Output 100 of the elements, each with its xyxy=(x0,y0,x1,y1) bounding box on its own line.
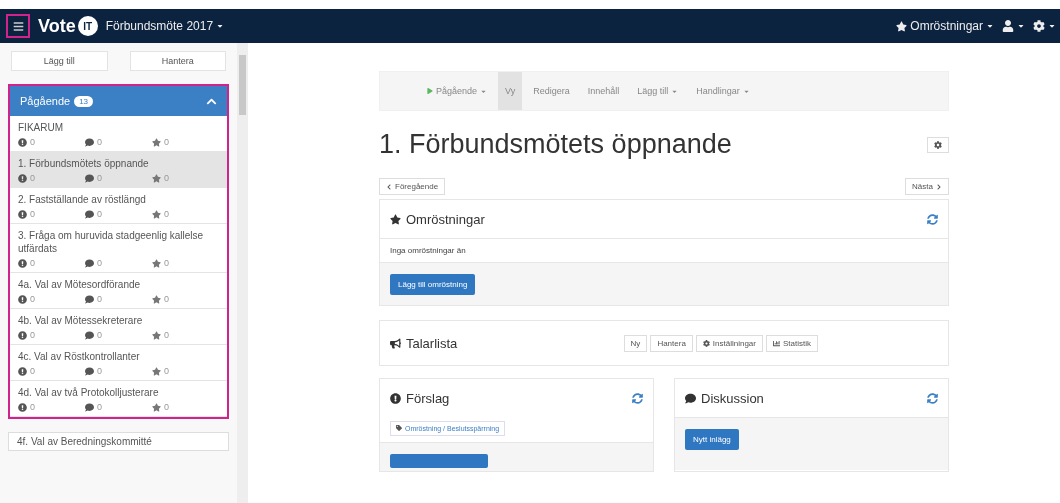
chart-icon xyxy=(773,339,780,347)
exclamation-icon xyxy=(18,366,27,376)
page-title: 1. Förbundsmötets öppnande xyxy=(379,129,732,160)
gear-icon xyxy=(1033,20,1045,32)
exclamation-icon xyxy=(18,137,27,147)
discussion-count: 0 xyxy=(97,209,102,219)
comment-icon xyxy=(85,209,94,219)
proposal-count: 0 xyxy=(30,258,35,268)
star-icon xyxy=(152,402,161,412)
agenda-item-title: 4d. Val av två Protokolljusterare xyxy=(18,386,160,399)
user-menu[interactable] xyxy=(1002,20,1025,32)
proposal-count: 0 xyxy=(30,209,35,219)
speaker-list-button[interactable]: Inställningar xyxy=(695,334,763,352)
poll-count: 0 xyxy=(164,366,169,376)
exclamation-icon xyxy=(18,173,27,183)
star-icon xyxy=(152,294,161,304)
poll-count: 0 xyxy=(164,330,169,340)
poll-count: 0 xyxy=(164,137,169,147)
discussion-count: 0 xyxy=(97,294,102,304)
exclamation-icon xyxy=(18,209,27,219)
star-icon xyxy=(152,330,161,340)
star-icon xyxy=(152,137,161,147)
sidebar-button[interactable]: Lägg till xyxy=(11,51,108,71)
proposal-count: 0 xyxy=(30,294,35,304)
star-icon xyxy=(896,20,908,32)
menu-icon xyxy=(12,20,24,32)
proposal-count: 0 xyxy=(30,137,35,147)
panel-header[interactable]: Pågående 13 xyxy=(10,86,227,116)
toolbar-item[interactable]: Innehåll xyxy=(580,72,627,110)
discussion-count: 0 xyxy=(97,173,102,183)
agenda-item-title: 3. Fråga om huruvida stadgeenlig kallelse utfärdats xyxy=(18,229,205,255)
star-icon xyxy=(152,258,161,268)
discussion-count: 0 xyxy=(97,137,102,147)
card-title: Omröstningar xyxy=(406,211,485,227)
proposal-count: 0 xyxy=(30,173,35,183)
star-icon xyxy=(390,213,401,225)
refresh-icon[interactable] xyxy=(927,392,938,404)
next-button[interactable]: Nästa xyxy=(905,178,949,195)
meeting-menu[interactable]: Förbundsmöte 2017 xyxy=(105,19,225,33)
scrollbar[interactable] xyxy=(237,43,248,503)
chevron-left-icon xyxy=(386,183,392,190)
menu-button[interactable] xyxy=(6,14,30,38)
settings-menu[interactable] xyxy=(1033,20,1056,32)
refresh-icon[interactable] xyxy=(632,392,643,404)
exclamation-icon xyxy=(18,402,27,412)
poll-count: 0 xyxy=(164,294,169,304)
count-badge: 13 xyxy=(74,95,94,107)
agenda-item[interactable]: 4f. Val av Beredningskommitté xyxy=(8,432,229,451)
chevron-right-icon xyxy=(936,183,942,190)
agenda-item-title: 2. Fastställande av röstlängd xyxy=(18,193,147,206)
exclamation-icon xyxy=(390,392,401,404)
comment-icon xyxy=(85,330,94,340)
agenda-item-title: 1. Förbundsmötets öppnande xyxy=(18,157,150,170)
add-poll-button[interactable]: Lägg till omröstning xyxy=(390,274,476,295)
poll-count: 0 xyxy=(164,258,169,268)
play-icon xyxy=(427,88,433,94)
agenda-item-title: 4b. Val av Mötessekreterare xyxy=(18,314,144,327)
agenda-item[interactable]: 1. Förbundsmötets öppnande 0 0 0 xyxy=(10,152,227,188)
refresh-icon[interactable] xyxy=(927,213,938,225)
agenda-item-title: FIKARUM xyxy=(18,121,64,134)
toolbar-item[interactable]: Lägg till xyxy=(630,72,686,110)
comment-icon xyxy=(85,173,94,183)
exclamation-icon xyxy=(18,330,27,340)
caret-icon xyxy=(1017,22,1025,30)
agenda-item-title: 4c. Val av Röstkontrollanter xyxy=(18,350,141,363)
sidebar-button[interactable]: Hantera xyxy=(129,51,226,71)
previous-button[interactable]: Föregående xyxy=(379,178,446,195)
card-title: Diskussion xyxy=(701,390,764,406)
proposal-count: 0 xyxy=(30,330,35,340)
speaker-list-button[interactable]: Ny xyxy=(623,334,648,352)
discussion-count: 0 xyxy=(97,330,102,340)
exclamation-icon xyxy=(18,294,27,304)
new-post-button[interactable]: Nytt inlägg xyxy=(685,429,739,450)
user-icon xyxy=(1002,20,1014,32)
caret-icon xyxy=(1048,22,1056,30)
comment-icon xyxy=(85,366,94,376)
proposal-count: 0 xyxy=(30,402,35,412)
speaker-list-button[interactable]: Hantera xyxy=(650,334,693,352)
comment-icon xyxy=(85,258,94,268)
comment-icon xyxy=(85,402,94,412)
card-title: Talarlista xyxy=(406,335,458,351)
tag-icon xyxy=(396,425,402,431)
comment-icon xyxy=(85,137,94,147)
star-icon xyxy=(152,173,161,183)
polls-menu[interactable]: Omröstningar xyxy=(896,19,994,33)
poll-count: 0 xyxy=(164,209,169,219)
speaker-list-button[interactable]: Statistik xyxy=(766,334,818,352)
discussion-count: 0 xyxy=(97,366,102,376)
app-logo[interactable]: Vote IT xyxy=(38,15,98,37)
exclamation-icon xyxy=(18,258,27,268)
toolbar-item[interactable]: Pågående xyxy=(420,72,495,110)
caret-icon xyxy=(216,22,225,30)
discussion-count: 0 xyxy=(97,402,102,412)
card-title: Förslag xyxy=(406,390,450,406)
add-proposal-button[interactable] xyxy=(390,453,488,468)
megaphone-icon xyxy=(390,337,401,349)
settings-button[interactable] xyxy=(927,136,949,153)
proposal-count: 0 xyxy=(30,366,35,376)
comment-icon xyxy=(685,392,696,404)
discussion-count: 0 xyxy=(97,258,102,268)
